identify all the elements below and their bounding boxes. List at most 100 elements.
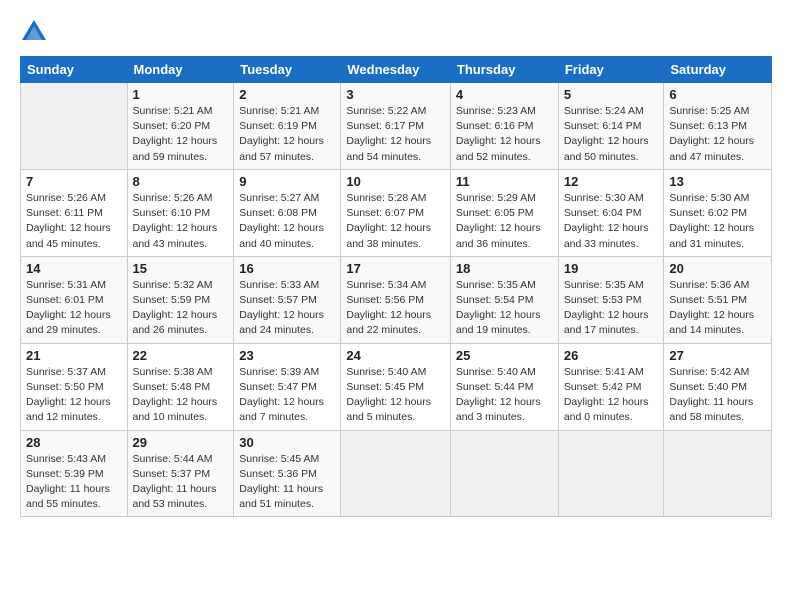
calendar-week-row: 28 Sunrise: 5:43 AM Sunset: 5:39 PM Dayli… <box>21 430 772 517</box>
calendar-cell: 11 Sunrise: 5:29 AM Sunset: 6:05 PM Dayli… <box>450 169 558 256</box>
day-number: 23 <box>239 348 335 363</box>
day-number: 3 <box>346 87 445 102</box>
calendar-cell: 6 Sunrise: 5:25 AM Sunset: 6:13 PM Daylig… <box>664 83 772 170</box>
day-info: Sunrise: 5:23 AM Sunset: 6:16 PM Dayligh… <box>456 104 553 165</box>
day-number: 10 <box>346 174 445 189</box>
day-number: 24 <box>346 348 445 363</box>
day-number: 15 <box>133 261 229 276</box>
day-number: 22 <box>133 348 229 363</box>
calendar-cell <box>450 430 558 517</box>
day-number: 12 <box>564 174 659 189</box>
weekday-header: Saturday <box>664 57 772 83</box>
calendar: SundayMondayTuesdayWednesdayThursdayFrid… <box>20 56 772 517</box>
day-number: 14 <box>26 261 122 276</box>
calendar-cell: 30Sunrise: 5:45 AM Sunset: 5:36 PM Dayli… <box>234 430 341 517</box>
day-info: Sunrise: 5:40 AM Sunset: 5:45 PM Dayligh… <box>346 365 445 426</box>
day-info: Sunrise: 5:21 AM Sunset: 6:19 PM Dayligh… <box>239 104 335 165</box>
day-info: Sunrise: 5:27 AM Sunset: 6:08 PM Dayligh… <box>239 191 335 252</box>
header <box>20 18 772 46</box>
day-number: 29 <box>133 435 229 450</box>
day-number: 2 <box>239 87 335 102</box>
day-number: 16 <box>239 261 335 276</box>
calendar-cell: 14 Sunrise: 5:31 AM Sunset: 6:01 PM Dayli… <box>21 256 128 343</box>
day-info: Sunrise: 5:33 AM Sunset: 5:57 PM Dayligh… <box>239 278 335 339</box>
calendar-cell <box>341 430 451 517</box>
day-info: Sunrise: 5:21 AM Sunset: 6:20 PM Dayligh… <box>133 104 229 165</box>
calendar-cell: 4 Sunrise: 5:23 AM Sunset: 6:16 PM Daylig… <box>450 83 558 170</box>
logo-icon <box>20 18 48 46</box>
calendar-cell: 28 Sunrise: 5:43 AM Sunset: 5:39 PM Dayli… <box>21 430 128 517</box>
day-number: 1 <box>133 87 229 102</box>
day-info: Sunrise: 5:22 AM Sunset: 6:17 PM Dayligh… <box>346 104 445 165</box>
calendar-cell: 13 Sunrise: 5:30 AM Sunset: 6:02 PM Dayli… <box>664 169 772 256</box>
calendar-week-row: 14 Sunrise: 5:31 AM Sunset: 6:01 PM Dayli… <box>21 256 772 343</box>
day-number: 27 <box>669 348 766 363</box>
day-number: 30 <box>239 435 335 450</box>
day-info: Sunrise: 5:30 AM Sunset: 6:02 PM Dayligh… <box>669 191 766 252</box>
day-info: Sunrise: 5:40 AM Sunset: 5:44 PM Dayligh… <box>456 365 553 426</box>
calendar-cell: 27 Sunrise: 5:42 AM Sunset: 5:40 PM Dayli… <box>664 343 772 430</box>
day-info: Sunrise: 5:26 AM Sunset: 6:10 PM Dayligh… <box>133 191 229 252</box>
weekday-header: Sunday <box>21 57 128 83</box>
calendar-cell: 1 Sunrise: 5:21 AM Sunset: 6:20 PM Daylig… <box>127 83 234 170</box>
day-number: 28 <box>26 435 122 450</box>
calendar-cell: 24 Sunrise: 5:40 AM Sunset: 5:45 PM Dayli… <box>341 343 451 430</box>
day-info: Sunrise: 5:26 AM Sunset: 6:11 PM Dayligh… <box>26 191 122 252</box>
day-info: Sunrise: 5:34 AM Sunset: 5:56 PM Dayligh… <box>346 278 445 339</box>
calendar-cell: 25 Sunrise: 5:40 AM Sunset: 5:44 PM Dayli… <box>450 343 558 430</box>
day-info: Sunrise: 5:24 AM Sunset: 6:14 PM Dayligh… <box>564 104 659 165</box>
day-number: 9 <box>239 174 335 189</box>
day-info: Sunrise: 5:31 AM Sunset: 6:01 PM Dayligh… <box>26 278 122 339</box>
calendar-cell: 8 Sunrise: 5:26 AM Sunset: 6:10 PM Daylig… <box>127 169 234 256</box>
calendar-cell: 12 Sunrise: 5:30 AM Sunset: 6:04 PM Dayli… <box>558 169 664 256</box>
calendar-cell: 2 Sunrise: 5:21 AM Sunset: 6:19 PM Daylig… <box>234 83 341 170</box>
day-info: Sunrise: 5:35 AM Sunset: 5:53 PM Dayligh… <box>564 278 659 339</box>
calendar-cell: 29 Sunrise: 5:44 AM Sunset: 5:37 PM Dayli… <box>127 430 234 517</box>
calendar-cell: 7 Sunrise: 5:26 AM Sunset: 6:11 PM Daylig… <box>21 169 128 256</box>
day-info: Sunrise: 5:28 AM Sunset: 6:07 PM Dayligh… <box>346 191 445 252</box>
day-info: Sunrise: 5:30 AM Sunset: 6:04 PM Dayligh… <box>564 191 659 252</box>
calendar-cell <box>558 430 664 517</box>
calendar-cell: 15 Sunrise: 5:32 AM Sunset: 5:59 PM Dayli… <box>127 256 234 343</box>
day-number: 13 <box>669 174 766 189</box>
weekday-header: Tuesday <box>234 57 341 83</box>
calendar-cell: 9 Sunrise: 5:27 AM Sunset: 6:08 PM Daylig… <box>234 169 341 256</box>
weekday-header: Wednesday <box>341 57 451 83</box>
day-info: Sunrise: 5:43 AM Sunset: 5:39 PM Dayligh… <box>26 452 122 513</box>
day-info: Sunrise: 5:44 AM Sunset: 5:37 PM Dayligh… <box>133 452 229 513</box>
calendar-cell: 5Sunrise: 5:24 AM Sunset: 6:14 PM Daylig… <box>558 83 664 170</box>
day-info: Sunrise: 5:38 AM Sunset: 5:48 PM Dayligh… <box>133 365 229 426</box>
day-info: Sunrise: 5:41 AM Sunset: 5:42 PM Dayligh… <box>564 365 659 426</box>
calendar-cell: 10 Sunrise: 5:28 AM Sunset: 6:07 PM Dayli… <box>341 169 451 256</box>
day-number: 21 <box>26 348 122 363</box>
calendar-cell <box>21 83 128 170</box>
day-info: Sunrise: 5:29 AM Sunset: 6:05 PM Dayligh… <box>456 191 553 252</box>
day-number: 7 <box>26 174 122 189</box>
weekday-header: Monday <box>127 57 234 83</box>
day-info: Sunrise: 5:36 AM Sunset: 5:51 PM Dayligh… <box>669 278 766 339</box>
day-info: Sunrise: 5:32 AM Sunset: 5:59 PM Dayligh… <box>133 278 229 339</box>
day-info: Sunrise: 5:42 AM Sunset: 5:40 PM Dayligh… <box>669 365 766 426</box>
day-info: Sunrise: 5:25 AM Sunset: 6:13 PM Dayligh… <box>669 104 766 165</box>
calendar-week-row: 1 Sunrise: 5:21 AM Sunset: 6:20 PM Daylig… <box>21 83 772 170</box>
day-number: 26 <box>564 348 659 363</box>
calendar-cell: 21 Sunrise: 5:37 AM Sunset: 5:50 PM Dayli… <box>21 343 128 430</box>
day-info: Sunrise: 5:37 AM Sunset: 5:50 PM Dayligh… <box>26 365 122 426</box>
calendar-cell: 16 Sunrise: 5:33 AM Sunset: 5:57 PM Dayli… <box>234 256 341 343</box>
calendar-week-row: 7 Sunrise: 5:26 AM Sunset: 6:11 PM Daylig… <box>21 169 772 256</box>
day-number: 25 <box>456 348 553 363</box>
logo <box>20 18 51 46</box>
day-number: 8 <box>133 174 229 189</box>
day-number: 17 <box>346 261 445 276</box>
calendar-cell <box>664 430 772 517</box>
day-number: 11 <box>456 174 553 189</box>
day-number: 4 <box>456 87 553 102</box>
calendar-week-row: 21 Sunrise: 5:37 AM Sunset: 5:50 PM Dayli… <box>21 343 772 430</box>
calendar-cell: 19 Sunrise: 5:35 AM Sunset: 5:53 PM Dayli… <box>558 256 664 343</box>
calendar-cell: 23Sunrise: 5:39 AM Sunset: 5:47 PM Dayli… <box>234 343 341 430</box>
day-number: 6 <box>669 87 766 102</box>
calendar-cell: 3 Sunrise: 5:22 AM Sunset: 6:17 PM Daylig… <box>341 83 451 170</box>
calendar-cell: 17 Sunrise: 5:34 AM Sunset: 5:56 PM Dayli… <box>341 256 451 343</box>
day-number: 18 <box>456 261 553 276</box>
day-number: 19 <box>564 261 659 276</box>
